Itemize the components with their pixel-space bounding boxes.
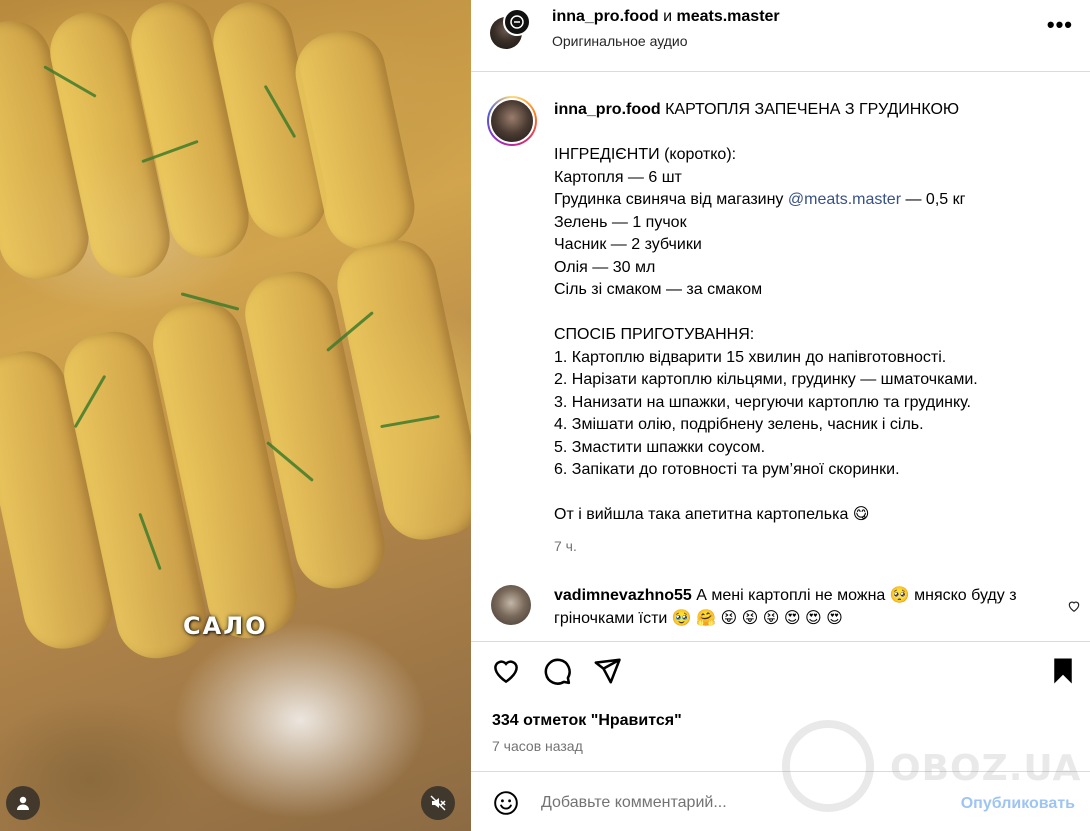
comment-input[interactable] — [541, 790, 941, 816]
caption-avatar[interactable] — [487, 96, 537, 146]
method-step: 2. Нарізати картоплю кільцями, грудинку … — [554, 371, 978, 388]
caption-time[interactable]: 7 ч. — [554, 538, 577, 554]
comment-text: vadimnevazhno55 А мені картоплі не можна… — [554, 585, 1024, 630]
meats-logo-icon — [510, 15, 524, 29]
mention-link[interactable]: @meats.master — [788, 191, 901, 208]
like-heart-icon[interactable] — [491, 656, 521, 686]
caption-username[interactable]: inna_pro.food — [554, 101, 661, 118]
method-step: 3. Нанизати на шпажки, чергуючи картоплю… — [554, 393, 971, 411]
speaker-muted-icon — [430, 795, 446, 811]
tagged-people-button[interactable] — [6, 786, 40, 820]
post-timestamp[interactable]: 7 часов назад — [492, 738, 583, 754]
more-icon: ••• — [1046, 12, 1073, 37]
method-header: СПОСІБ ПРИГОТУВАННЯ: — [554, 326, 755, 343]
caption-closing: От і вийшла така апетитна картопелька 😋 — [554, 506, 870, 523]
comment-composer: Опубликовать — [471, 771, 1090, 831]
comment-bubble-icon[interactable] — [542, 656, 572, 686]
more-options-button[interactable]: ••• — [1047, 14, 1073, 36]
audio-link[interactable]: Оригинальное аудио — [552, 33, 688, 49]
post-details-panel: inna_pro.food и meats.master Оригинально… — [471, 0, 1090, 831]
post-authors: inna_pro.food и meats.master — [552, 8, 780, 26]
person-icon — [17, 796, 29, 810]
method-step: 4. Змішати олію, подрібнену зелень, часн… — [554, 416, 924, 433]
commenter-avatar[interactable] — [491, 585, 531, 625]
publish-button[interactable]: Опубликовать — [961, 795, 1075, 813]
mute-button[interactable] — [421, 786, 455, 820]
emoji-icon[interactable] — [493, 790, 519, 816]
ingredients-header: ІНГРЕДІЄНТИ (коротко): — [554, 146, 737, 163]
author-username[interactable]: inna_pro.food — [552, 8, 659, 25]
commenter-username[interactable]: vadimnevazhno55 — [554, 587, 692, 604]
ingredient-item: Олія — 30 мл — [554, 258, 656, 276]
ingredient-item: Сіль зі смаком — за смаком — [554, 281, 763, 298]
ingredient-item: Часник — 2 зубчики — [554, 236, 702, 253]
post-header: inna_pro.food и meats.master Оригинально… — [471, 0, 1090, 72]
share-paper-plane-icon[interactable] — [592, 656, 622, 686]
ingredient-item-tail: — 0,5 кг — [901, 191, 966, 208]
collab-username[interactable]: meats.master — [676, 8, 779, 25]
authors-joiner: и — [658, 8, 677, 25]
caption-title: КАРТОПЛЯ ЗАПЕЧЕНА З ГРУДИНКОЮ — [660, 101, 960, 118]
ingredient-item: Картопля — 6 шт — [554, 168, 682, 186]
post-actions: 334 отметок "Нравится" 7 часов назад — [471, 641, 1090, 771]
ingredient-item: Грудинка свиняча від магазину — [554, 191, 788, 208]
likes-count[interactable]: 334 отметок "Нравится" — [492, 712, 682, 730]
collab-avatar[interactable] — [503, 8, 531, 36]
method-step: 5. Змастити шпажки соусом. — [554, 438, 766, 456]
bookmark-icon[interactable] — [1048, 656, 1078, 686]
method-step: 6. Запікати до готовності та рум’яної ск… — [554, 461, 900, 478]
ingredient-item: Зелень — 1 пучок — [554, 213, 687, 231]
post-caption: inna_pro.food КАРТОПЛЯ ЗАПЕЧЕНА З ГРУДИН… — [554, 99, 1074, 527]
video-overlay-text: САЛО — [183, 612, 268, 640]
post-media[interactable]: САЛО — [0, 0, 471, 831]
potato-slices — [0, 0, 471, 831]
comments-scroll[interactable]: inna_pro.food КАРТОПЛЯ ЗАПЕЧЕНА З ГРУДИН… — [471, 73, 1090, 641]
like-comment-heart-icon[interactable] — [1067, 599, 1081, 613]
method-step: 1. Картоплю відварити 15 хвилин до напів… — [554, 348, 947, 366]
